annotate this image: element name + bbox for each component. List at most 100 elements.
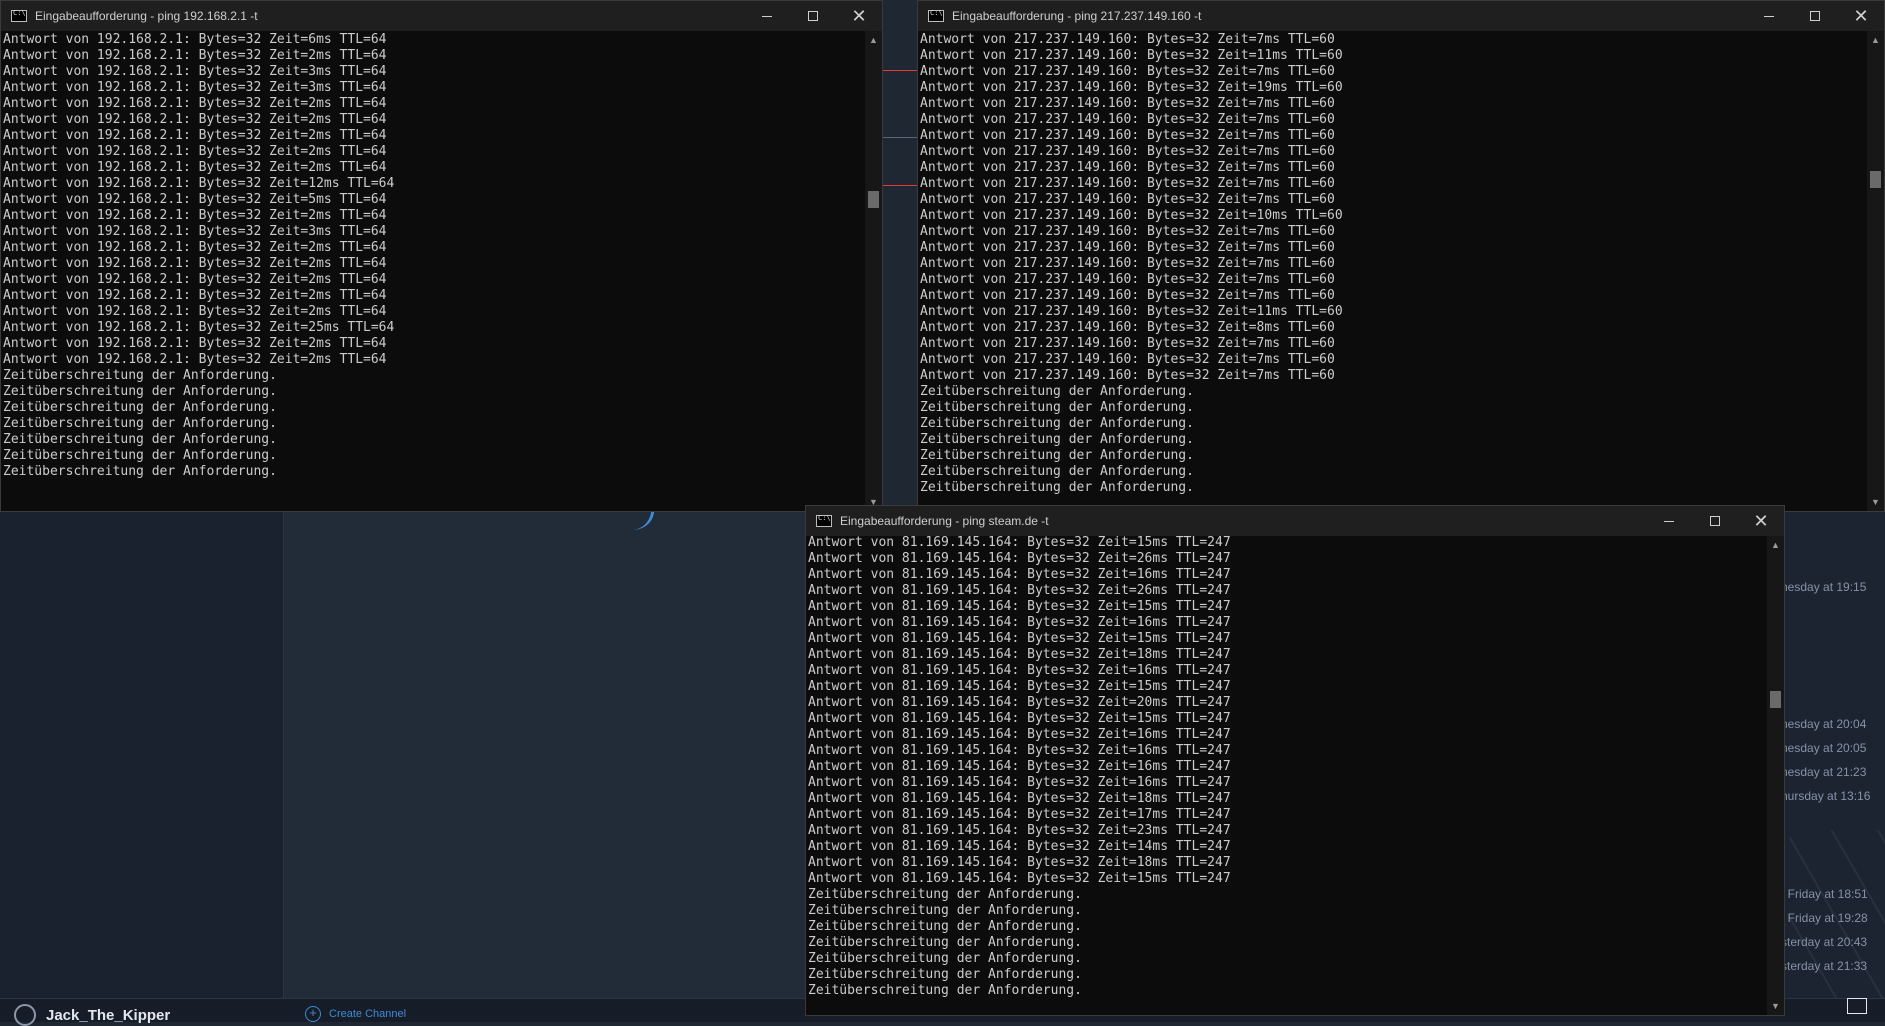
console-line: Antwort von 81.169.145.164: Bytes=32 Zei… <box>808 871 1231 886</box>
console-line: Antwort von 192.168.2.1: Bytes=32 Zeit=2… <box>3 144 387 159</box>
create-channel-button[interactable]: + Create Channel <box>305 1006 406 1022</box>
console-line: Antwort von 192.168.2.1: Bytes=32 Zeit=5… <box>3 192 387 207</box>
console-line: Antwort von 192.168.2.1: Bytes=32 Zeit=3… <box>3 64 387 79</box>
console-line: Antwort von 217.237.149.160: Bytes=32 Ze… <box>920 320 1335 335</box>
console-line: Antwort von 217.237.149.160: Bytes=32 Ze… <box>920 128 1335 143</box>
console-line: Zeitüberschreitung der Anforderung. <box>3 368 277 383</box>
scroll-thumb[interactable] <box>1870 171 1881 188</box>
scroll-up-icon[interactable]: ▲ <box>1767 538 1784 552</box>
timestamp: nesday at 19:15 <box>1781 580 1867 594</box>
console-line: Antwort von 217.237.149.160: Bytes=32 Ze… <box>920 176 1335 191</box>
console-line: Antwort von 217.237.149.160: Bytes=32 Ze… <box>920 64 1335 79</box>
console-line: Antwort von 81.169.145.164: Bytes=32 Zei… <box>808 631 1231 646</box>
timestamp: nesday at 21:23 <box>1781 765 1867 779</box>
console-line: Antwort von 81.169.145.164: Bytes=32 Zei… <box>808 679 1231 694</box>
user-panel[interactable]: Jack_The_Kipper <box>14 1004 170 1026</box>
window-titlebar[interactable]: Eingabeaufforderung - ping 192.168.2.1 -… <box>1 1 882 31</box>
console-line: Antwort von 192.168.2.1: Bytes=32 Zeit=2… <box>3 48 387 63</box>
console-line: Antwort von 81.169.145.164: Bytes=32 Zei… <box>808 551 1231 566</box>
scroll-thumb[interactable] <box>1770 691 1781 708</box>
close-button[interactable]: ✕ <box>1738 506 1784 536</box>
console-line: Antwort von 217.237.149.160: Bytes=32 Ze… <box>920 32 1335 47</box>
console-line: Antwort von 192.168.2.1: Bytes=32 Zeit=3… <box>3 224 387 239</box>
console-line: Antwort von 192.168.2.1: Bytes=32 Zeit=2… <box>3 208 387 223</box>
maximize-button[interactable] <box>1692 506 1738 536</box>
close-button[interactable]: ✕ <box>1838 1 1884 31</box>
console-line: Antwort von 81.169.145.164: Bytes=32 Zei… <box>808 855 1231 870</box>
console-line: Antwort von 192.168.2.1: Bytes=32 Zeit=2… <box>3 288 387 303</box>
console-line: Antwort von 81.169.145.164: Bytes=32 Zei… <box>808 775 1231 790</box>
console-line: Zeitüberschreitung der Anforderung. <box>3 400 277 415</box>
scroll-up-icon[interactable]: ▲ <box>1867 33 1884 47</box>
console-line: Antwort von 81.169.145.164: Bytes=32 Zei… <box>808 535 1231 550</box>
console-line: Antwort von 81.169.145.164: Bytes=32 Zei… <box>808 567 1231 582</box>
console-line: Antwort von 217.237.149.160: Bytes=32 Ze… <box>920 336 1335 351</box>
console-line: Zeitüberschreitung der Anforderung. <box>808 951 1082 966</box>
cmd-icon <box>928 9 944 22</box>
console-line: Zeitüberschreitung der Anforderung. <box>920 384 1194 399</box>
console-line: Antwort von 81.169.145.164: Bytes=32 Zei… <box>808 695 1231 710</box>
console-line: Antwort von 81.169.145.164: Bytes=32 Zei… <box>808 599 1231 614</box>
minimize-button[interactable] <box>744 1 790 31</box>
window-titlebar[interactable]: Eingabeaufforderung - ping 217.237.149.1… <box>918 1 1884 31</box>
scrollbar[interactable]: ▲ ▼ <box>865 31 882 511</box>
console-line: Zeitüberschreitung der Anforderung. <box>808 903 1082 918</box>
console-line: Zeitüberschreitung der Anforderung. <box>920 400 1194 415</box>
console-output[interactable]: Antwort von 217.237.149.160: Bytes=32 Ze… <box>920 32 1866 511</box>
console-window-router[interactable]: Eingabeaufforderung - ping 192.168.2.1 -… <box>0 0 883 512</box>
console-window-steam[interactable]: Eingabeaufforderung - ping steam.de -t ✕… <box>805 505 1785 1016</box>
console-line: Antwort von 217.237.149.160: Bytes=32 Ze… <box>920 48 1343 63</box>
console-line: Antwort von 192.168.2.1: Bytes=32 Zeit=2… <box>3 160 387 175</box>
console-line: Antwort von 81.169.145.164: Bytes=32 Zei… <box>808 615 1231 630</box>
console-line: Antwort von 192.168.2.1: Bytes=32 Zeit=2… <box>3 320 395 335</box>
scrollbar[interactable]: ▲ ▼ <box>1767 536 1784 1015</box>
console-output[interactable]: Antwort von 192.168.2.1: Bytes=32 Zeit=6… <box>3 32 864 511</box>
console-line: Antwort von 217.237.149.160: Bytes=32 Ze… <box>920 192 1335 207</box>
timestamp: hursday at 13:16 <box>1781 789 1871 803</box>
scrollbar[interactable]: ▲ ▼ <box>1867 31 1884 511</box>
scroll-up-icon[interactable]: ▲ <box>865 33 882 47</box>
window-title: Eingabeaufforderung - ping steam.de -t <box>840 514 1049 528</box>
window-title: Eingabeaufforderung - ping 217.237.149.1… <box>952 9 1202 23</box>
maximize-button[interactable] <box>790 1 836 31</box>
console-line: Antwort von 217.237.149.160: Bytes=32 Ze… <box>920 112 1335 127</box>
console-line: Antwort von 192.168.2.1: Bytes=32 Zeit=2… <box>3 256 387 271</box>
console-line: Zeitüberschreitung der Anforderung. <box>3 416 277 431</box>
console-line: Zeitüberschreitung der Anforderung. <box>808 983 1082 998</box>
window-titlebar[interactable]: Eingabeaufforderung - ping steam.de -t ✕ <box>806 506 1784 536</box>
scroll-down-icon[interactable]: ▼ <box>1867 495 1884 509</box>
minimize-button[interactable] <box>1646 506 1692 536</box>
console-line: Antwort von 192.168.2.1: Bytes=32 Zeit=2… <box>3 352 387 367</box>
timestamp: nesday at 20:04 <box>1781 717 1867 731</box>
console-line: Antwort von 192.168.2.1: Bytes=32 Zeit=2… <box>3 96 387 111</box>
console-line: Zeitüberschreitung der Anforderung. <box>3 464 277 479</box>
cmd-icon <box>816 514 832 527</box>
screen-icon[interactable] <box>1847 998 1867 1014</box>
console-line: Antwort von 192.168.2.1: Bytes=32 Zeit=2… <box>3 272 387 287</box>
close-button[interactable]: ✕ <box>836 1 882 31</box>
console-line: Zeitüberschreitung der Anforderung. <box>808 935 1082 950</box>
console-line: Antwort von 81.169.145.164: Bytes=32 Zei… <box>808 839 1231 854</box>
console-line: Antwort von 217.237.149.160: Bytes=32 Ze… <box>920 288 1335 303</box>
console-line: Antwort von 192.168.2.1: Bytes=32 Zeit=2… <box>3 304 387 319</box>
console-line: Zeitüberschreitung der Anforderung. <box>808 967 1082 982</box>
console-line: Antwort von 192.168.2.1: Bytes=32 Zeit=6… <box>3 32 387 47</box>
console-line: Antwort von 217.237.149.160: Bytes=32 Ze… <box>920 208 1343 223</box>
avatar <box>14 1004 36 1026</box>
cmd-icon <box>11 9 27 22</box>
console-line: Zeitüberschreitung der Anforderung. <box>920 480 1194 495</box>
scroll-down-icon[interactable]: ▼ <box>1767 999 1784 1013</box>
plus-icon: + <box>305 1006 321 1022</box>
minimize-button[interactable] <box>1746 1 1792 31</box>
console-output[interactable]: Antwort von 81.169.145.164: Bytes=32 Zei… <box>808 535 1766 1015</box>
console-line: Zeitüberschreitung der Anforderung. <box>920 448 1194 463</box>
console-line: Antwort von 192.168.2.1: Bytes=32 Zeit=1… <box>3 176 395 191</box>
scroll-thumb[interactable] <box>868 191 879 208</box>
console-line: Antwort von 192.168.2.1: Bytes=32 Zeit=2… <box>3 336 387 351</box>
console-line: Antwort von 81.169.145.164: Bytes=32 Zei… <box>808 743 1231 758</box>
console-line: Zeitüberschreitung der Anforderung. <box>808 887 1082 902</box>
console-window-gateway[interactable]: Eingabeaufforderung - ping 217.237.149.1… <box>917 0 1885 512</box>
console-line: Zeitüberschreitung der Anforderung. <box>3 432 277 447</box>
maximize-button[interactable] <box>1792 1 1838 31</box>
console-line: Zeitüberschreitung der Anforderung. <box>3 448 277 463</box>
